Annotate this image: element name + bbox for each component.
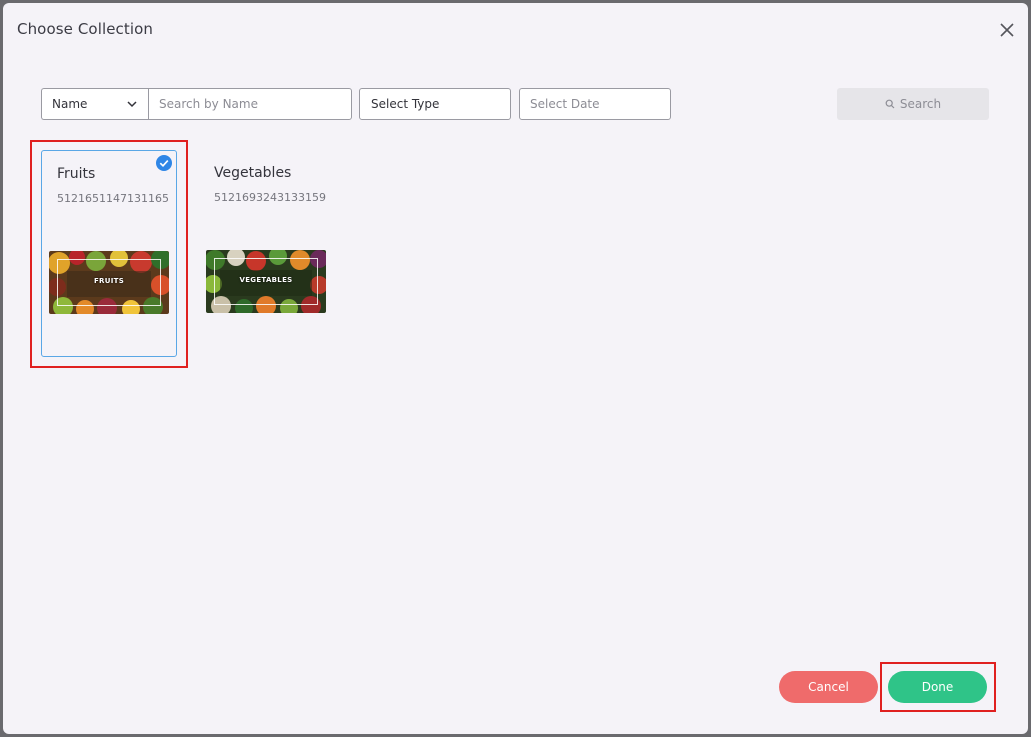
choose-collection-modal: Choose Collection Name Select Type Searc… (3, 3, 1028, 734)
thumbnail-label: VEGETABLES (239, 276, 293, 284)
filter-field-select[interactable]: Name (41, 88, 148, 120)
select-type-label: Select Type (371, 97, 440, 111)
collection-card-vegetables[interactable]: Vegetables 5121693243133159 VEGETABLES (199, 150, 335, 357)
close-icon[interactable] (998, 21, 1016, 39)
select-type-dropdown[interactable]: Select Type (359, 88, 511, 120)
collection-name: Fruits (57, 166, 96, 182)
search-button-label: Search (899, 97, 942, 111)
cancel-button[interactable]: Cancel (779, 671, 878, 703)
chevron-down-icon (127, 101, 137, 108)
modal-title: Choose Collection (17, 20, 154, 38)
check-circle-icon (156, 155, 172, 171)
collection-name: Vegetables (214, 165, 292, 181)
done-button[interactable]: Done (888, 671, 987, 703)
select-date-input[interactable] (519, 88, 671, 120)
search-button[interactable]: Search (837, 88, 989, 120)
filter-field-select-value: Name (52, 97, 88, 111)
search-icon (885, 99, 895, 109)
collection-id: 5121651147131165 (57, 192, 169, 205)
collection-thumbnail: VEGETABLES (206, 250, 326, 313)
thumbnail-label: FRUITS (93, 277, 125, 285)
collection-card-fruits[interactable]: Fruits 5121651147131165 FRUITS (41, 150, 177, 357)
collection-id: 5121693243133159 (214, 191, 326, 204)
search-by-name-input[interactable] (148, 88, 352, 120)
collection-thumbnail: FRUITS (49, 251, 169, 314)
